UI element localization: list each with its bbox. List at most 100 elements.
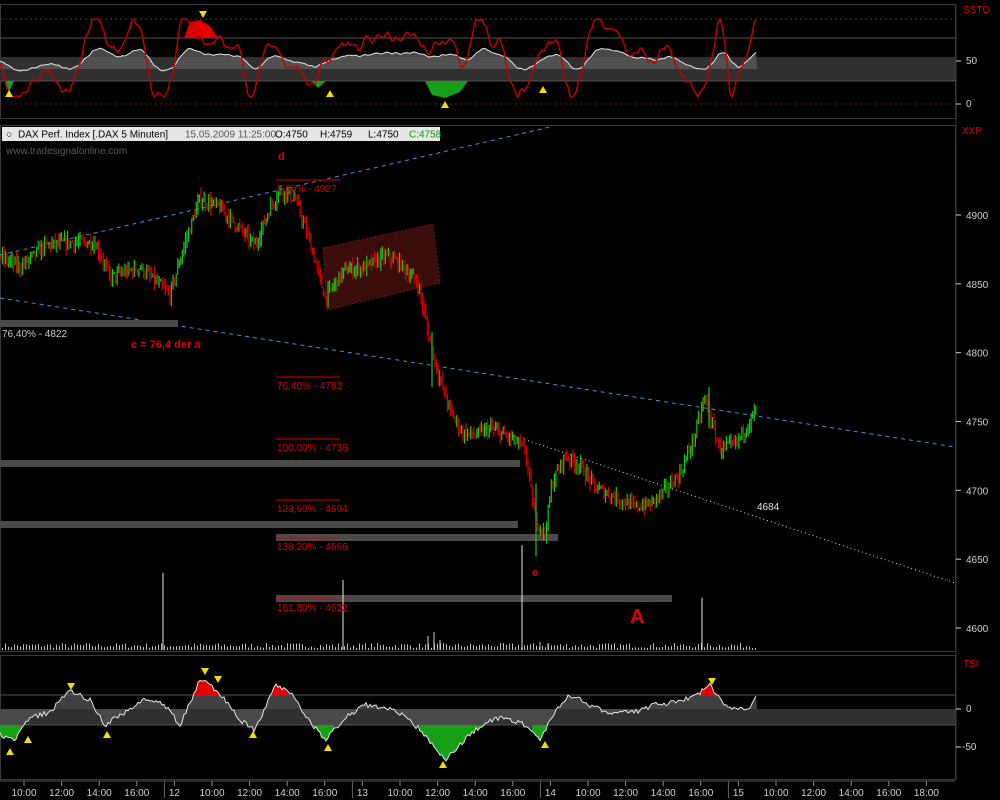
volume-bar <box>575 645 576 650</box>
time-tick-label: 14 <box>545 788 557 799</box>
volume-bar <box>707 643 708 650</box>
volume-bar <box>173 646 174 650</box>
volume-bar <box>752 647 753 650</box>
volume-bar <box>638 647 639 650</box>
volume-bar <box>206 644 207 650</box>
volume-bar <box>350 647 351 650</box>
volume-bar <box>323 646 324 650</box>
tsi-overbought-fill <box>188 680 222 695</box>
volume-bar <box>599 644 600 650</box>
volume-bar <box>509 643 510 650</box>
volume-bar <box>386 646 387 650</box>
volume-bar <box>623 644 624 650</box>
volume-bar <box>686 646 687 650</box>
volume-bar <box>461 646 462 650</box>
trendline-level-label: 4684 <box>757 502 780 513</box>
volume-bar <box>704 647 705 650</box>
fib-bar-7640-left <box>0 320 178 327</box>
volume-bar <box>197 645 198 650</box>
volume-bar <box>71 645 72 650</box>
volume-bar <box>257 645 258 650</box>
volume-bar <box>209 645 210 650</box>
volume-bar <box>239 646 240 650</box>
volume-bar <box>668 646 669 650</box>
volume-bar <box>155 646 156 650</box>
volume-bar <box>242 644 243 650</box>
volume-bar <box>368 647 369 650</box>
volume-bar <box>131 646 132 650</box>
volume-bar <box>593 645 594 650</box>
time-tick-label: 14:00 <box>651 788 676 799</box>
volume-bar <box>200 643 201 650</box>
volume-bar <box>683 644 684 650</box>
volume-bar <box>263 647 264 650</box>
signal-marker <box>201 668 209 675</box>
volume-bar <box>20 646 21 650</box>
volume-bar <box>194 643 195 650</box>
volume-bar <box>272 644 273 650</box>
volume-bar <box>374 647 375 650</box>
volume-bar <box>617 647 618 650</box>
panel-frames <box>0 4 957 780</box>
time-tick-label: 14:00 <box>275 788 300 799</box>
volume-bar <box>191 646 192 650</box>
volume-bar <box>467 645 468 650</box>
volume-bar <box>278 645 279 650</box>
volume-bar <box>356 647 357 650</box>
volume-bar <box>50 644 51 650</box>
volume-bar <box>458 643 459 650</box>
volume-bar <box>644 647 645 650</box>
time-tick-label: 14:00 <box>463 788 488 799</box>
header-high: H:4759 <box>320 130 353 141</box>
volume-bar <box>212 645 213 650</box>
price-tick-label: 4600 <box>966 624 989 635</box>
volume-bar <box>380 645 381 650</box>
volume-bar <box>80 644 81 650</box>
volume-bar <box>455 644 456 650</box>
c-wave-note: c = 76,4 der a <box>131 339 201 351</box>
volume-bar <box>740 643 741 650</box>
level-label-left: 76,40% - 4822 <box>2 329 67 340</box>
price-axis-ticks: 4900 4850 4800 4750 4700 4650 4600 <box>956 211 989 635</box>
volume-bar <box>74 643 75 650</box>
volume-bar <box>542 645 543 650</box>
volume-bar <box>329 645 330 650</box>
volume-bar <box>560 644 561 650</box>
volume-bar <box>182 646 183 650</box>
volume-bar <box>647 647 648 650</box>
volume-bar <box>104 647 105 650</box>
volume-bar <box>584 646 585 650</box>
time-tick-label: 15 <box>733 788 745 799</box>
volume-bar <box>659 647 660 650</box>
volume-bar <box>224 644 225 650</box>
tsi-oversold-fill <box>532 725 552 741</box>
volume-bar <box>230 645 231 650</box>
volume-bar <box>167 647 168 650</box>
volume-bar <box>398 647 399 650</box>
volume-bar <box>287 643 288 650</box>
volume-bar <box>23 644 24 650</box>
volume-bar <box>470 643 471 650</box>
volume-bar <box>125 643 126 650</box>
volume-bar <box>236 646 237 650</box>
fib-label-1618: 161,80% - 4622 <box>277 603 348 614</box>
volume-bar <box>410 645 411 650</box>
signal-marker <box>214 676 222 683</box>
volume-bar <box>485 646 486 650</box>
volume-bar <box>185 645 186 650</box>
signal-marker <box>24 736 32 743</box>
time-tick-label: 10:00 <box>199 788 224 799</box>
time-tick-label: 13 <box>357 788 369 799</box>
time-tick-label: 12 <box>169 788 181 799</box>
volume-bar <box>128 647 129 650</box>
volume-bar <box>503 643 504 650</box>
volume-bar <box>89 643 90 650</box>
volume-bar <box>620 644 621 650</box>
volume-bar <box>26 644 27 650</box>
volume-bar <box>464 646 465 650</box>
fib-label-100: 100,00% - 4738 <box>277 443 348 454</box>
volume-bar <box>755 647 756 650</box>
volume-bar <box>698 643 699 650</box>
ssto-tick-50: 50 <box>966 56 978 67</box>
time-tick-label: 14:00 <box>839 788 864 799</box>
